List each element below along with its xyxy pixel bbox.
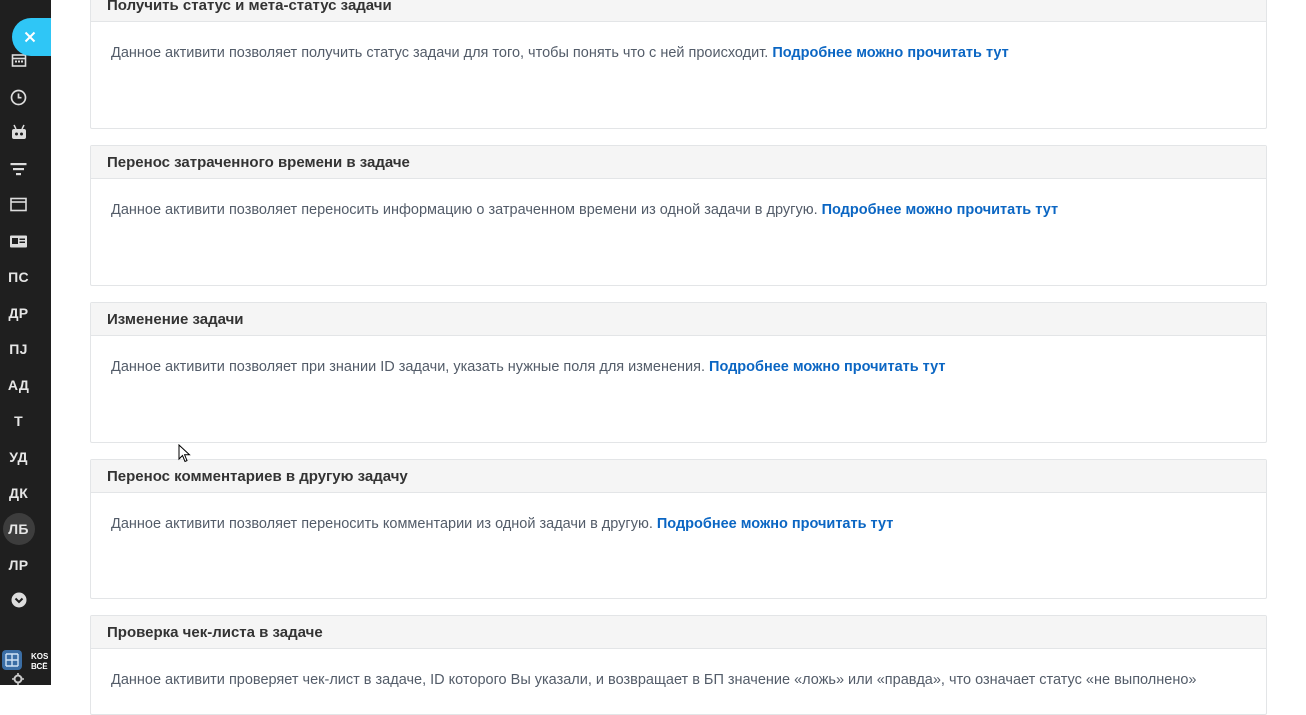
- avatar[interactable]: ДК: [0, 478, 37, 508]
- avatar-initials: Т: [14, 413, 23, 429]
- avatar[interactable]: УД: [0, 442, 37, 472]
- avatar-initials: АД: [7, 377, 30, 393]
- avatar[interactable]: ЛР: [0, 550, 37, 580]
- avatar-initials: УД: [9, 449, 28, 465]
- gear-icon[interactable]: [12, 673, 24, 685]
- avatar-initials: ПС: [8, 269, 29, 285]
- left-sidebar: ПС ДР ПJ АД Т УД ДК ЛБ ЛР KOS ВСЁ: [0, 0, 51, 685]
- card-title: Изменение задачи: [91, 303, 1266, 336]
- brand-text: KOS ВСЁ: [31, 652, 49, 671]
- activity-card: Проверка чек-листа в задаче Данное актив…: [90, 615, 1267, 715]
- avatar[interactable]: ПС: [0, 262, 37, 292]
- avatar-active[interactable]: ЛБ: [0, 513, 37, 545]
- activity-card: Изменение задачи Данное активити позволя…: [90, 302, 1267, 443]
- avatar-initials: ДР: [8, 305, 29, 321]
- card-title: Получить статус и мета-статус задачи: [91, 0, 1266, 22]
- filter-icon[interactable]: [0, 154, 37, 184]
- avatar-initials: ЛР: [8, 557, 29, 573]
- card-description-row: Данное активити позволяет получить стату…: [91, 22, 1266, 62]
- card-description-row: Данное активити позволяет при знании ID …: [91, 336, 1266, 376]
- close-button[interactable]: [12, 18, 51, 56]
- close-icon: [24, 31, 36, 43]
- brand-block[interactable]: KOS ВСЁ: [0, 640, 51, 685]
- avatar[interactable]: ДР: [0, 298, 37, 328]
- card-title: Перенос затраченного времени в задаче: [91, 146, 1266, 179]
- more-info-link[interactable]: Подробнее можно прочитать тут: [772, 45, 1008, 61]
- mouse-cursor-icon: [178, 444, 191, 463]
- contact-card-icon[interactable]: [0, 226, 37, 256]
- card-description: Данное активити позволяет переносить инф…: [111, 202, 818, 218]
- avatar-initials: ПJ: [9, 341, 28, 357]
- avatar-initials: ДК: [8, 485, 29, 501]
- card-title: Проверка чек-листа в задаче: [91, 616, 1266, 649]
- card-description-row: Данное активити позволяет переносить ком…: [91, 493, 1266, 533]
- window-icon[interactable]: [0, 189, 37, 219]
- activity-card: Получить статус и мета-статус задачи Дан…: [90, 0, 1267, 129]
- chevron-down-circle-icon[interactable]: [0, 585, 37, 615]
- clock-icon[interactable]: [0, 82, 37, 112]
- card-description: Данное активити проверяет чек-лист в зад…: [111, 672, 1197, 688]
- robot-icon[interactable]: [0, 117, 37, 147]
- more-info-link[interactable]: Подробнее можно прочитать тут: [709, 359, 945, 375]
- card-description: Данное активити позволяет получить стату…: [111, 45, 769, 61]
- card-description-row: Данное активити позволяет переносить инф…: [91, 179, 1266, 219]
- activity-card: Перенос затраченного времени в задаче Да…: [90, 145, 1267, 286]
- avatar[interactable]: ПJ: [0, 334, 37, 364]
- more-info-link[interactable]: Подробнее можно прочитать тут: [822, 202, 1058, 218]
- avatar[interactable]: Т: [0, 406, 37, 436]
- activity-card: Перенос комментариев в другую задачу Дан…: [90, 459, 1267, 599]
- card-description: Данное активити позволяет при знании ID …: [111, 359, 706, 375]
- more-info-link[interactable]: Подробнее можно прочитать тут: [657, 516, 893, 532]
- brand-logo-icon: [2, 650, 22, 670]
- avatar-initials: ЛБ: [2, 513, 35, 545]
- card-title: Перенос комментариев в другую задачу: [91, 460, 1266, 493]
- card-description: Данное активити позволяет переносить ком…: [111, 516, 653, 532]
- avatar[interactable]: АД: [0, 370, 37, 400]
- card-description-row: Данное активити проверяет чек-лист в зад…: [91, 649, 1266, 689]
